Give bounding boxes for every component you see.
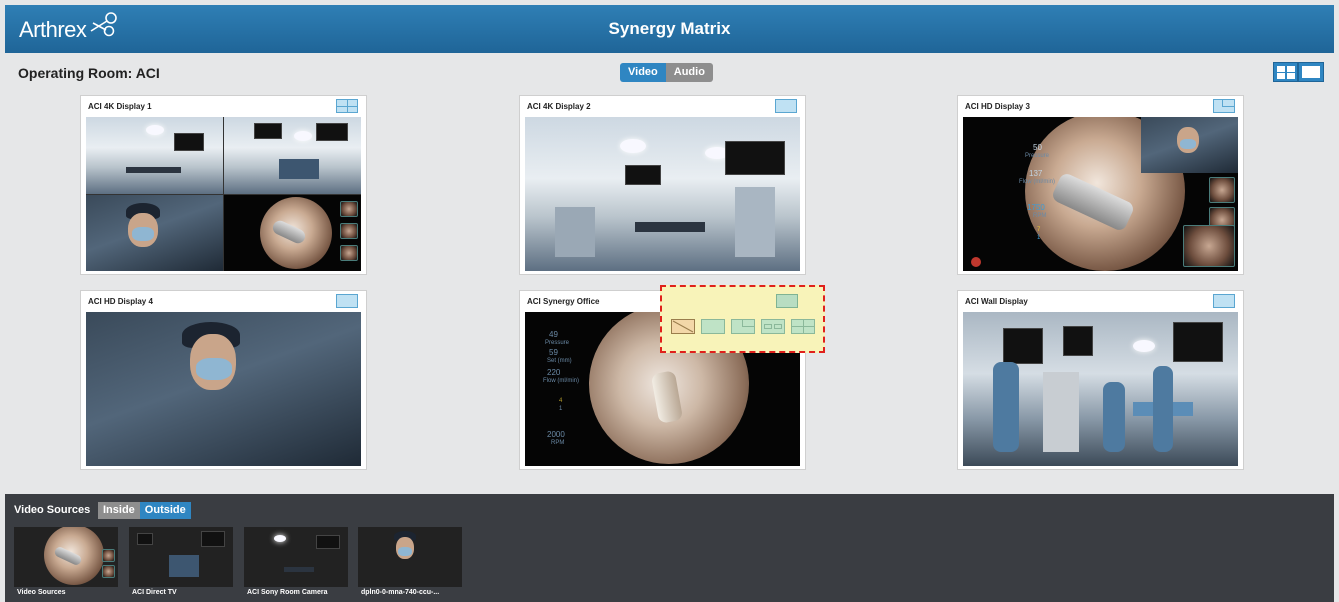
flow-value: 220 xyxy=(547,368,561,377)
inside-outside-toggle: Inside Outside xyxy=(98,502,191,519)
rpm-value: 1750 xyxy=(1027,203,1045,212)
surgeon-thumbnail xyxy=(358,527,462,587)
quad-layout-option-icon[interactable] xyxy=(791,319,815,334)
tab-inside[interactable]: Inside xyxy=(98,502,140,519)
source-name: ACI Sony Room Camera xyxy=(247,589,328,596)
single-layout-icon[interactable] xyxy=(776,294,798,308)
rpm-label: RPM xyxy=(551,440,565,446)
arthroscope-thumbnail xyxy=(14,527,118,587)
display-preview xyxy=(963,312,1238,466)
layout-picker-popup xyxy=(660,285,825,353)
probe-count: 1 xyxy=(559,406,563,412)
rpm-label: RPM xyxy=(1033,213,1047,219)
operating-room-image xyxy=(963,312,1238,466)
no-layout-option-icon[interactable] xyxy=(671,319,695,334)
app-header: Arthrex Synergy Matrix xyxy=(5,5,1334,53)
tab-audio[interactable]: Audio xyxy=(665,63,713,82)
video-source-item[interactable]: ACI Sony Room Camera xyxy=(244,527,348,601)
surgeon-image xyxy=(86,195,223,271)
video-source-item[interactable]: Video Sources xyxy=(14,527,118,601)
source-name: dpln0-0-mna-740-ccu-... xyxy=(361,589,440,596)
pip-layout-option-icon[interactable] xyxy=(731,319,755,334)
display-title: ACI 4K Display 1 xyxy=(88,102,152,111)
flow-value: 137 xyxy=(1029,169,1043,178)
room-title: Operating Room: ACI xyxy=(18,65,160,81)
display-card[interactable]: ACI HD Display 4 xyxy=(80,290,367,470)
display-title: ACI HD Display 3 xyxy=(965,102,1030,111)
display-preview xyxy=(525,117,800,271)
display-card[interactable]: ACI 4K Display 2 xyxy=(519,95,806,275)
blade-count: 4 xyxy=(559,398,563,404)
single-layout-icon[interactable] xyxy=(1298,62,1324,82)
video-source-item[interactable]: dpln0-0-mna-740-ccu-... xyxy=(358,527,462,601)
display-preview xyxy=(86,117,361,271)
display-card[interactable]: ACI 4K Display 1 xyxy=(80,95,367,275)
tab-outside[interactable]: Outside xyxy=(139,502,191,519)
single-layout-option-icon[interactable] xyxy=(701,319,725,334)
tab-video[interactable]: Video xyxy=(620,63,666,82)
display-title: ACI Wall Display xyxy=(965,297,1028,306)
arthroscope-image xyxy=(224,195,361,271)
view-toggle xyxy=(1273,62,1325,82)
display-title: ACI 4K Display 2 xyxy=(527,102,591,111)
surgeon-pip-image xyxy=(1141,117,1238,173)
surgeon-image xyxy=(86,312,361,466)
video-sources-label: Video Sources xyxy=(14,504,91,516)
pressure-label: Pressure xyxy=(1025,153,1050,159)
single-layout-icon[interactable] xyxy=(336,294,358,308)
display-preview xyxy=(86,312,361,466)
operating-room-thumbnail xyxy=(244,527,348,587)
display-card[interactable]: ACI HD Display 3 50 Pressure 137 Flow (m… xyxy=(957,95,1244,275)
flow-label: Flow (ml/min) xyxy=(1019,179,1055,185)
set-label: Set (mm) xyxy=(547,358,572,364)
probe-count: 1 xyxy=(1037,235,1041,241)
blade-count: 7 xyxy=(1037,227,1041,233)
pip-layout-icon[interactable] xyxy=(1213,99,1235,113)
pressure-value: 49 xyxy=(549,330,558,339)
source-name: ACI Direct TV xyxy=(132,589,177,596)
display-title: ACI HD Display 4 xyxy=(88,297,153,306)
flow-label: Flow (ml/min) xyxy=(543,378,579,384)
quad-layout-icon[interactable] xyxy=(1273,62,1298,82)
single-layout-icon[interactable] xyxy=(775,99,797,113)
video-source-item[interactable]: ACI Direct TV xyxy=(129,527,233,601)
operating-room-image xyxy=(86,117,223,194)
operating-room-image xyxy=(224,117,361,194)
display-card[interactable]: ACI Wall Display xyxy=(957,290,1244,470)
video-sources-panel: Video Sources Inside Outside Video Sourc… xyxy=(5,494,1334,602)
source-name: Video Sources xyxy=(17,589,66,596)
set-value: 59 xyxy=(549,348,558,357)
single-layout-icon[interactable] xyxy=(1213,294,1235,308)
rpm-value: 2000 xyxy=(547,430,565,439)
pressure-value: 50 xyxy=(1033,143,1042,152)
operating-room-thumbnail xyxy=(129,527,233,587)
quad-layout-icon[interactable] xyxy=(336,99,358,113)
arthroscope-image: 50 Pressure 137 Flow (ml/min) 1750 RPM 7… xyxy=(963,117,1238,271)
pressure-label: Pressure xyxy=(545,340,570,346)
display-preview: 50 Pressure 137 Flow (ml/min) 1750 RPM 7… xyxy=(963,117,1238,271)
display-title: ACI Synergy Office xyxy=(527,297,600,306)
operating-room-image xyxy=(525,117,800,271)
layout-options xyxy=(671,319,815,334)
side-by-side-layout-option-icon[interactable] xyxy=(761,319,785,334)
app-title: Synergy Matrix xyxy=(608,19,731,38)
video-audio-toggle: Video Audio xyxy=(620,63,713,82)
